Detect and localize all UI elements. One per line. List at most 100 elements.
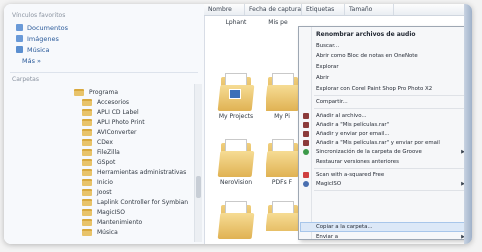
folder-label: My Projects: [218, 113, 254, 120]
tree-item-label: Música: [97, 228, 118, 236]
tree-item[interactable]: APLI CD Label: [82, 108, 139, 116]
menu-item-label: Enviar a: [316, 234, 339, 240]
tree-item-programa[interactable]: Programa: [74, 88, 118, 96]
folder-tile-nerovision[interactable]: NeroVision: [214, 139, 258, 186]
menu-item-enviar-a[interactable]: Enviar a ▶: [314, 233, 469, 241]
projects-badge-icon: [229, 89, 241, 99]
tree-item[interactable]: Inicio: [82, 178, 113, 186]
folder-icon: [82, 138, 92, 146]
tree-item-label: CDex: [97, 138, 113, 146]
tree-item[interactable]: MagicISO: [82, 208, 125, 216]
tree-item[interactable]: Joost: [82, 188, 112, 196]
nav-scrollbar[interactable]: [194, 84, 202, 242]
window-edge: [464, 4, 472, 244]
winrar-icon: [303, 140, 309, 146]
groove-icon: [303, 149, 309, 155]
menu-item-renombrar-audio[interactable]: Renombrar archivos de audio: [314, 31, 469, 39]
divider: [10, 72, 198, 73]
favorites-header: Vínculos favoritos: [12, 12, 66, 19]
navigation-pane: Vínculos favoritos Documentos Imágenes M…: [4, 4, 205, 244]
scrollbar-thumb[interactable]: [196, 176, 201, 198]
folder-icon: [74, 88, 84, 96]
folder-tile[interactable]: PDFs F: [266, 139, 298, 186]
tree-item[interactable]: Música: [82, 228, 118, 236]
menu-item-compartir[interactable]: Compartir...: [314, 98, 469, 106]
folder-tile[interactable]: My Pi: [266, 73, 298, 120]
tree-item-label: Joost: [97, 188, 112, 196]
tree-item[interactable]: Laplink Controller for Symbian: [82, 198, 188, 206]
menu-item-corel[interactable]: Explorar con Corel Paint Shop Pro Photo …: [314, 85, 469, 93]
tree-item-label: MagicISO: [97, 208, 125, 216]
folder-tile[interactable]: Mis pe: [258, 17, 298, 26]
folders-header: Carpetas: [12, 76, 39, 83]
menu-item-groove[interactable]: Sincronización de la carpeta de Groove ▶: [314, 148, 469, 156]
folder-tile[interactable]: [214, 51, 258, 71]
tree-item[interactable]: APLI Photo Print: [82, 118, 145, 126]
tree-item[interactable]: FileZilla: [82, 148, 120, 156]
tree-item[interactable]: AVIConverter: [82, 128, 136, 136]
menu-item-anadir-archivo[interactable]: Añadir al archivo...: [314, 112, 469, 120]
menu-gutter: [311, 27, 312, 239]
tree-item-label: Inicio: [97, 178, 113, 186]
folder-label: Lphant: [225, 19, 247, 26]
menu-item-onenote[interactable]: Abrir como Bloc de notas en OneNote: [314, 52, 469, 60]
folder-label: PDFs F: [271, 179, 293, 186]
winrar-icon: [303, 122, 309, 128]
folder-icon: [82, 178, 92, 186]
folder-icon: [82, 188, 92, 196]
folder-icon: [82, 198, 92, 206]
folder-label: NeroVision: [219, 179, 253, 186]
column-fecha-captura[interactable]: Fecha de captura: [245, 4, 302, 15]
favorite-label: Música: [27, 45, 50, 54]
column-etiquetas[interactable]: Etiquetas: [302, 4, 345, 15]
favorite-musica[interactable]: Música: [16, 45, 49, 54]
tree-item-label: Accesorios: [97, 98, 130, 106]
menu-item-restaurar[interactable]: Restaurar versiones anteriores: [314, 158, 469, 166]
folder-label: My Pi: [274, 113, 290, 120]
tree-item[interactable]: Accesorios: [82, 98, 129, 106]
folder-icon: [82, 108, 92, 116]
folder-tile[interactable]: [214, 201, 258, 239]
tree-item[interactable]: GSpot: [82, 158, 115, 166]
folder-icon: [217, 139, 255, 177]
menu-item-buscar[interactable]: Buscar...: [314, 42, 469, 50]
documents-icon: [16, 24, 23, 31]
music-icon: [16, 46, 23, 53]
folder-icon: [217, 201, 255, 239]
favorite-label: Imágenes: [27, 34, 59, 43]
menu-item-abrir[interactable]: Abrir: [314, 74, 469, 82]
column-nombre[interactable]: Nombre: [204, 4, 245, 15]
column-tamano[interactable]: Tamaño: [345, 4, 394, 15]
folder-icon: [82, 128, 92, 136]
menu-separator: [314, 190, 469, 191]
tree-item[interactable]: Herramientas administrativas: [82, 168, 186, 176]
folder-icon: [217, 73, 255, 111]
tree-item[interactable]: CDex: [82, 138, 113, 146]
tree-item-label: Laplink Controller for Symbian: [97, 198, 189, 206]
menu-item-magiciso[interactable]: MagicISO ▶: [314, 180, 469, 188]
favorite-imagenes[interactable]: Imágenes: [16, 34, 59, 43]
folder-icon: [82, 208, 92, 216]
menu-separator: [314, 168, 469, 169]
folder-tile[interactable]: [266, 201, 298, 231]
tree-item[interactable]: Mantenimiento: [82, 218, 142, 226]
tree-item-label: APLI Photo Print: [97, 118, 145, 126]
folder-icon: [82, 118, 92, 126]
folder-icon: [266, 139, 298, 177]
menu-item-copiar-carpeta[interactable]: Copiar a la carpeta...: [300, 222, 470, 232]
menu-item-explorar[interactable]: Explorar: [314, 63, 469, 71]
menu-item-anadir-rar[interactable]: Añadir a "Mis películas.rar": [314, 121, 469, 129]
favorites-more-link[interactable]: Más »: [22, 56, 41, 65]
menu-item-a-squared[interactable]: Scan with a-squared Free: [314, 171, 469, 179]
folder-icon: [266, 73, 298, 111]
favorite-documentos[interactable]: Documentos: [16, 23, 68, 32]
menu-item-anadir-rar-email[interactable]: Añadir a "Mis películas.rar" y enviar po…: [314, 139, 469, 147]
favorite-label: Documentos: [27, 23, 69, 32]
folder-icon: [82, 148, 92, 156]
favorite-label: Más »: [22, 56, 42, 65]
magiciso-icon: [303, 181, 309, 187]
folder-tile-my-projects[interactable]: My Projects: [214, 73, 258, 120]
tree-item-label: Mantenimiento: [97, 218, 143, 226]
folder-tile[interactable]: Lphant: [214, 17, 258, 26]
menu-item-anadir-email[interactable]: Añadir y enviar por email...: [314, 130, 469, 138]
